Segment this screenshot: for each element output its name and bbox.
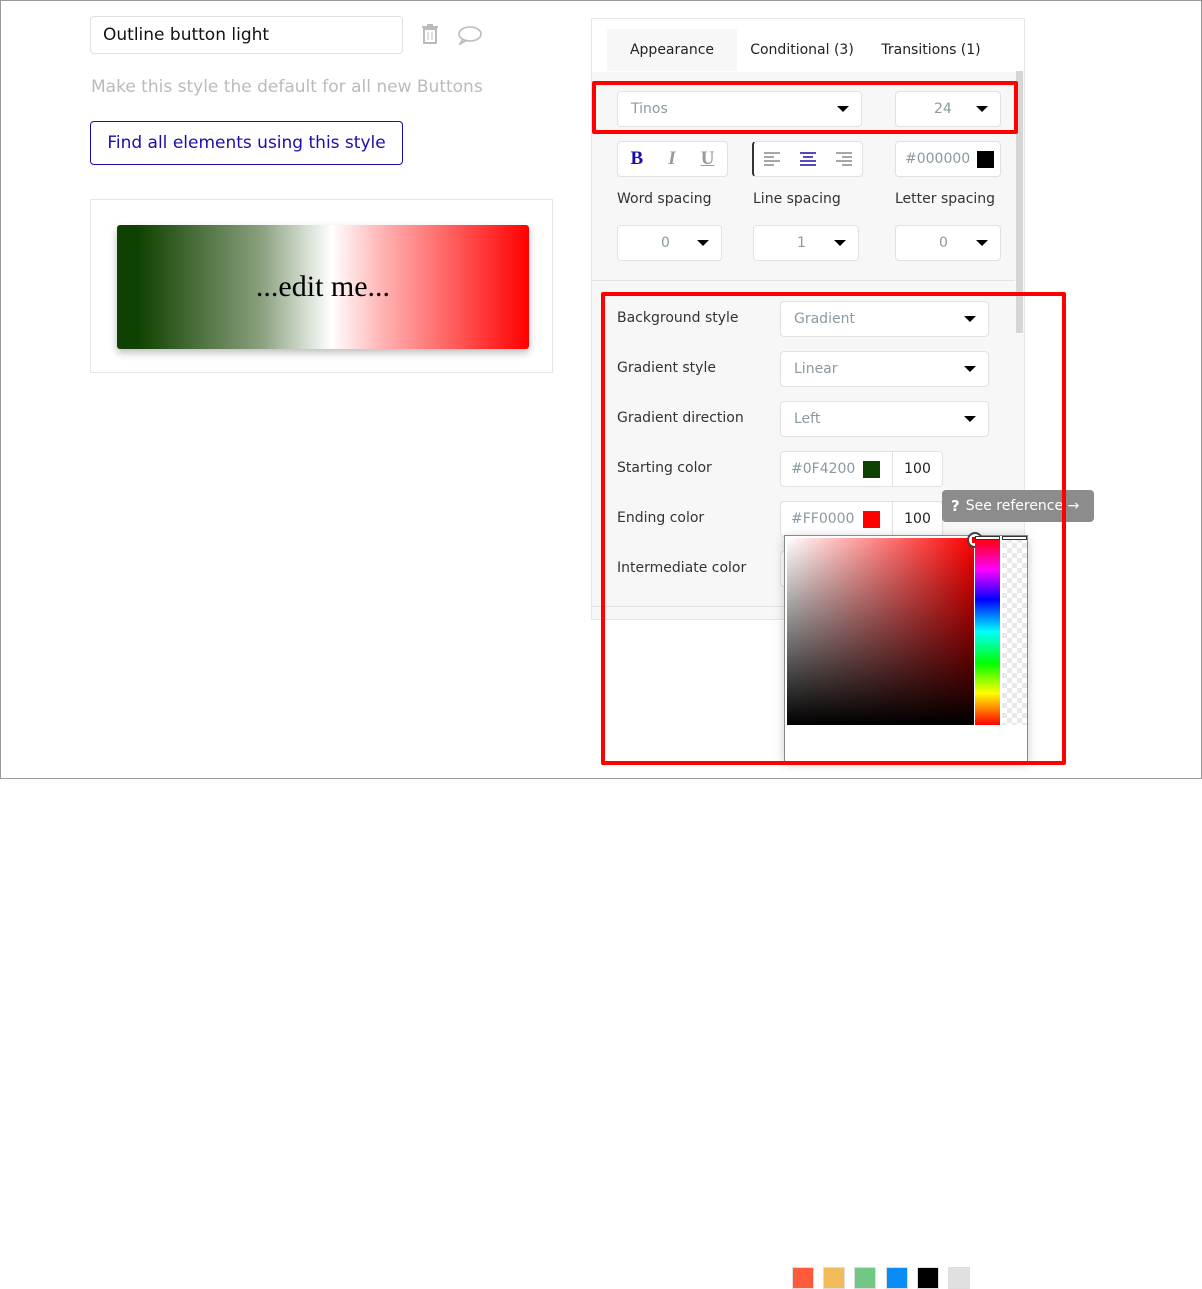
preview-area: ...edit me...	[90, 199, 553, 373]
chevron-down-icon	[697, 240, 709, 246]
align-right-icon[interactable]	[836, 152, 852, 166]
swatch-light-gray[interactable]	[948, 1267, 970, 1289]
line-spacing-label: Line spacing	[753, 191, 841, 207]
swatch-green[interactable]	[854, 1267, 876, 1289]
tab-appearance[interactable]: Appearance	[607, 29, 737, 71]
tab-transitions[interactable]: Transitions (1)	[871, 29, 991, 71]
make-default-link[interactable]: Make this style the default for all new …	[91, 77, 483, 97]
alignment-group	[752, 141, 863, 177]
letter-spacing-label: Letter spacing	[895, 191, 996, 207]
swatch-blue[interactable]	[886, 1267, 908, 1289]
underline-button[interactable]: U	[701, 148, 715, 170]
align-center-icon[interactable]	[800, 152, 816, 166]
letter-spacing-select[interactable]: 0	[895, 225, 1001, 261]
line-spacing-select[interactable]: 1	[753, 225, 859, 261]
tab-conditional[interactable]: Conditional (3)	[743, 29, 861, 71]
swatch-yellow[interactable]	[823, 1267, 845, 1289]
find-elements-button[interactable]: Find all elements using this style	[90, 121, 403, 165]
chevron-down-icon	[834, 240, 846, 246]
preview-button[interactable]: ...edit me...	[117, 225, 529, 349]
font-color-value: #000000	[905, 151, 971, 167]
trash-icon[interactable]	[421, 23, 439, 45]
highlight-font-row	[592, 81, 1018, 134]
highlight-background-section	[601, 292, 1066, 765]
italic-button[interactable]: I	[668, 148, 675, 170]
word-spacing-label: Word spacing	[617, 191, 712, 207]
text-style-group: B I U	[617, 141, 728, 177]
align-left-icon[interactable]	[764, 152, 780, 166]
word-spacing-select[interactable]: 0	[617, 225, 722, 261]
chevron-down-icon	[976, 240, 988, 246]
style-name-input[interactable]: Outline button light	[90, 16, 403, 54]
font-color-input[interactable]: #000000	[895, 141, 1001, 177]
bold-button[interactable]: B	[631, 148, 644, 170]
swatch-black[interactable]	[917, 1267, 939, 1289]
comment-icon[interactable]	[457, 25, 483, 49]
font-color-swatch[interactable]	[977, 150, 994, 168]
divider	[592, 280, 1015, 281]
swatch-orange-red[interactable]	[792, 1267, 814, 1289]
